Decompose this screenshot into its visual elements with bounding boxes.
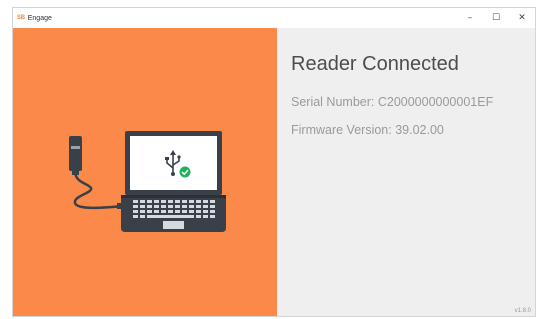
connection-status-title: Reader Connected [291, 53, 459, 75]
window-title: Engage [27, 14, 52, 22]
status-panel: Reader Connected Serial Number: C2000000… [277, 28, 535, 316]
serial-number-text: Serial Number: C2000000000001EF [291, 95, 494, 109]
maximize-button[interactable]: ☐ [483, 8, 509, 28]
app-logo: SB [17, 15, 25, 21]
minimize-button[interactable]: – [457, 8, 483, 28]
window-controls: – ☐ ✕ [457, 8, 535, 28]
usb-cable [73, 170, 124, 210]
title-bar: SB Engage – ☐ ✕ [13, 8, 535, 28]
usb-reader-icon [69, 136, 82, 175]
check-icon [179, 166, 191, 178]
app-window: SB Engage – ☐ ✕ Reader Connected Serial … [12, 7, 536, 317]
close-button[interactable]: ✕ [509, 8, 535, 28]
app-version-label: v1.8.0 [514, 308, 531, 314]
illustration-panel [13, 28, 277, 316]
firmware-version-text: Firmware Version: 39.02.00 [291, 123, 444, 137]
reader-connected-illustration [69, 131, 226, 232]
laptop-icon [121, 131, 226, 232]
